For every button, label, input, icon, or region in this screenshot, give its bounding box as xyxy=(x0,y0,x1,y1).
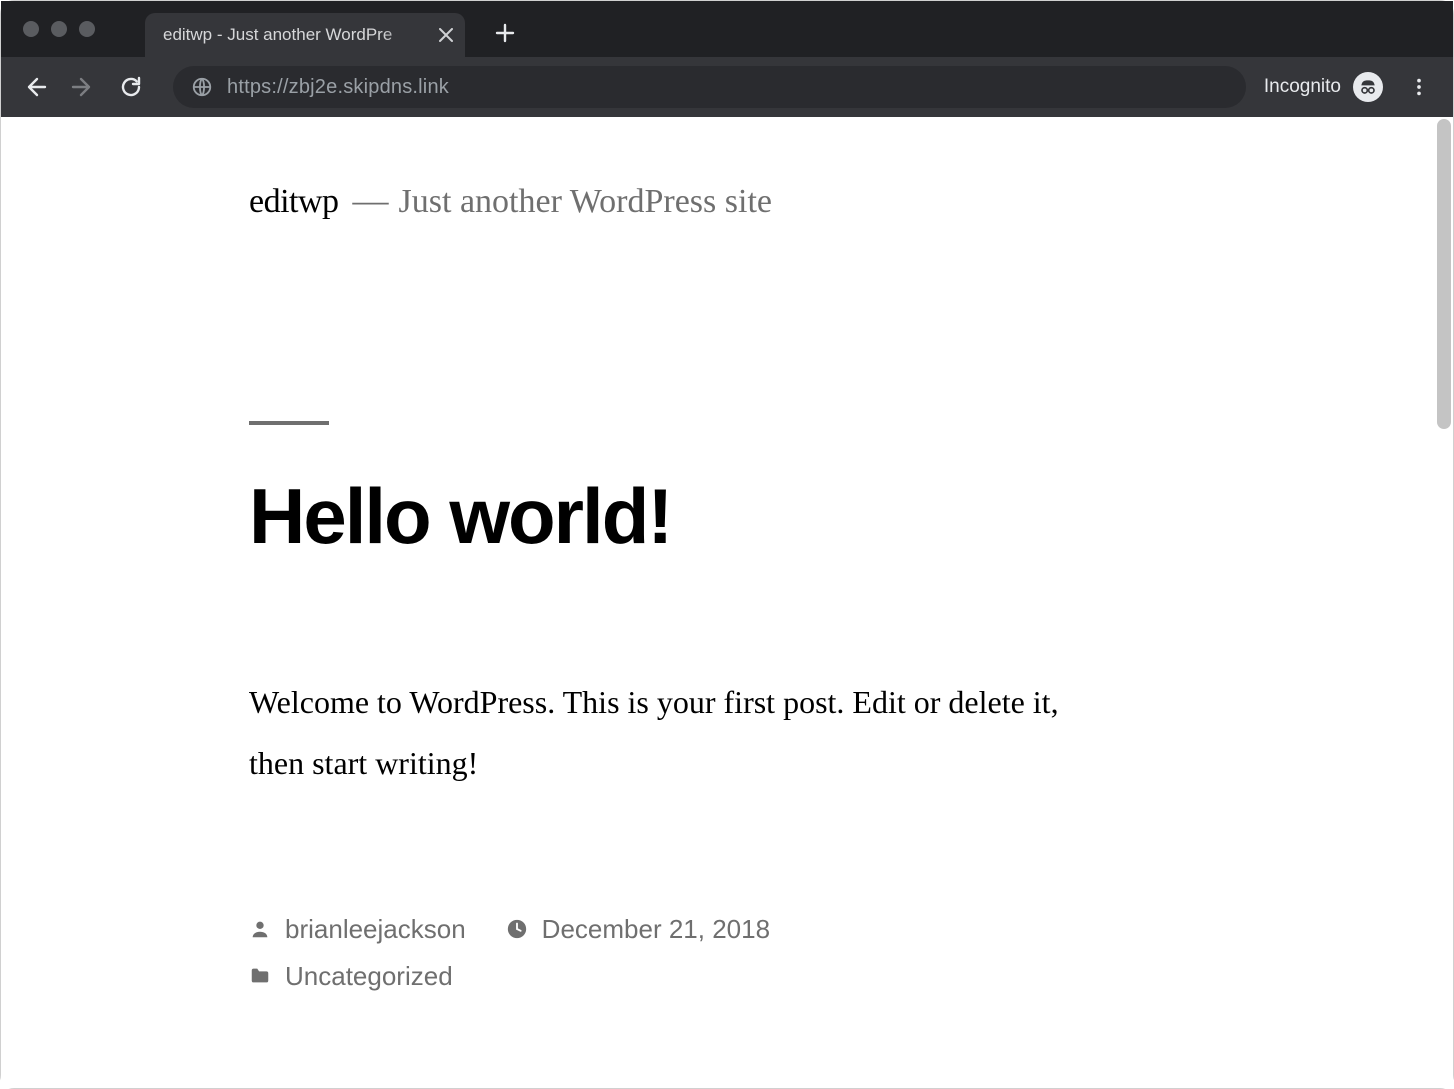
post-title[interactable]: Hello world! xyxy=(249,471,1119,562)
forward-button[interactable] xyxy=(59,63,107,111)
browser-toolbar: https://zbj2e.skipdns.link Incognito xyxy=(1,57,1453,117)
toolbar-right: Incognito xyxy=(1254,63,1443,111)
new-tab-button[interactable] xyxy=(489,17,521,49)
browser-chrome: editwp - Just another WordPre https://zb… xyxy=(1,1,1453,117)
title-separator: — xyxy=(353,179,385,221)
post-excerpt: Welcome to WordPress. This is your first… xyxy=(249,672,1119,794)
window-zoom-dot[interactable] xyxy=(79,21,95,37)
window-controls xyxy=(9,21,109,37)
post-author[interactable]: brianleejackson xyxy=(249,914,466,945)
url-text: https://zbj2e.skipdns.link xyxy=(227,76,449,99)
post-date-text: December 21, 2018 xyxy=(542,914,770,945)
back-button[interactable] xyxy=(11,63,59,111)
incognito-icon[interactable] xyxy=(1353,72,1383,102)
site-title-link[interactable]: editwp xyxy=(249,183,339,221)
reload-button[interactable] xyxy=(107,63,155,111)
kebab-menu-icon[interactable] xyxy=(1395,63,1443,111)
incognito-label: Incognito xyxy=(1264,76,1341,98)
window-close-dot[interactable] xyxy=(23,21,39,37)
post: Hello world! Welcome to WordPress. This … xyxy=(249,421,1119,992)
title-rule xyxy=(249,421,329,425)
post-meta: brianleejackson December 21, 2018 xyxy=(249,914,1119,992)
tab-strip: editwp - Just another WordPre xyxy=(1,1,1453,57)
globe-icon xyxy=(191,76,213,98)
window-minimize-dot[interactable] xyxy=(51,21,67,37)
browser-tab[interactable]: editwp - Just another WordPre xyxy=(145,13,465,57)
site-description: Just another WordPress site xyxy=(399,183,772,221)
address-bar[interactable]: https://zbj2e.skipdns.link xyxy=(173,66,1246,108)
scrollbar-thumb[interactable] xyxy=(1437,119,1451,429)
person-icon xyxy=(249,918,271,940)
folder-icon xyxy=(249,965,271,987)
tab-title: editwp - Just another WordPre xyxy=(163,25,429,45)
post-author-name: brianleejackson xyxy=(285,914,466,945)
clock-icon xyxy=(506,918,528,940)
page-viewport: editwp — Just another WordPress site Hel… xyxy=(1,117,1453,1088)
close-icon[interactable] xyxy=(439,28,453,42)
post-category-name: Uncategorized xyxy=(285,961,453,992)
site-header: editwp — Just another WordPress site xyxy=(249,179,1119,221)
post-category[interactable]: Uncategorized xyxy=(249,961,453,992)
post-title-text: Hello world! xyxy=(249,472,671,560)
post-date[interactable]: December 21, 2018 xyxy=(506,914,770,945)
wordpress-page: editwp — Just another WordPress site Hel… xyxy=(249,117,1119,992)
